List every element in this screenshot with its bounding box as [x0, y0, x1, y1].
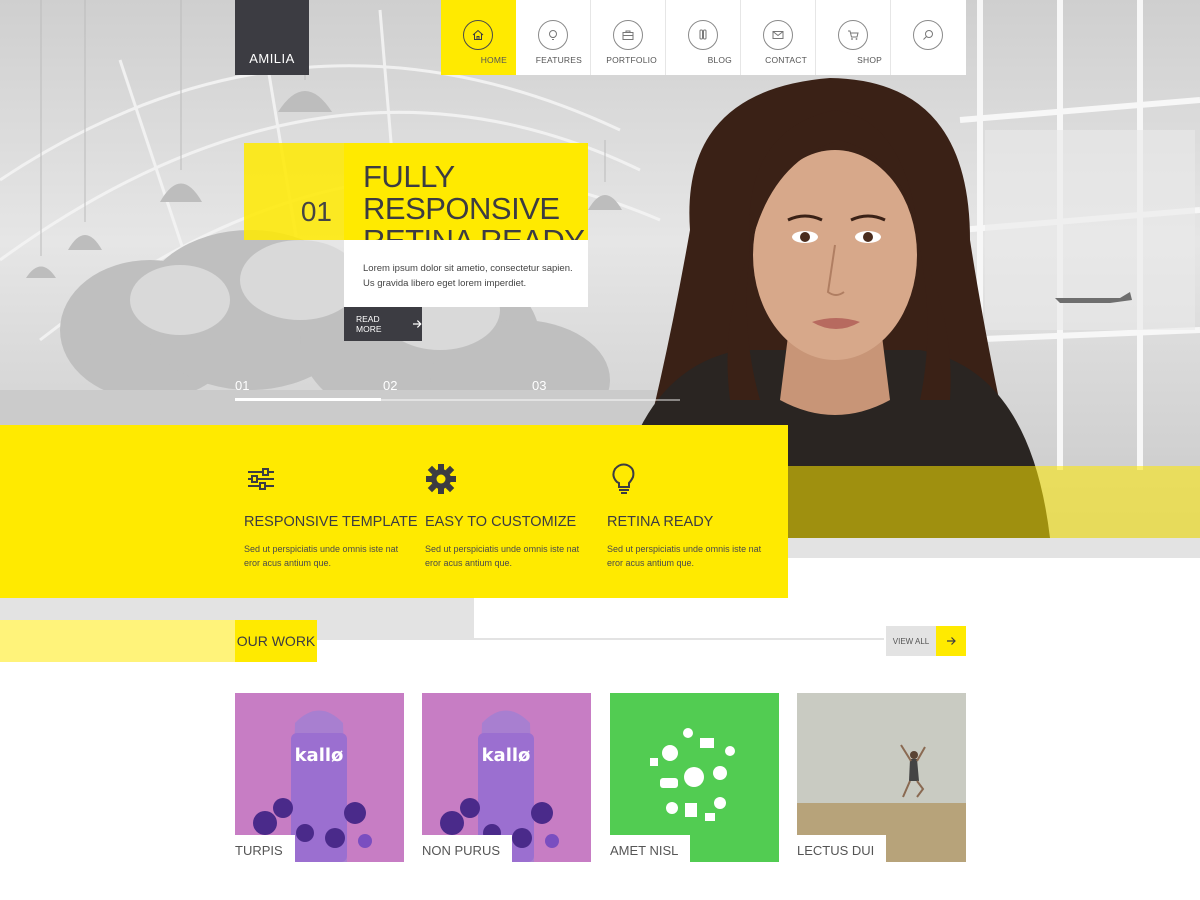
- slide-text-line1: Lorem ipsum dolor sit ametio, consectetu…: [363, 263, 573, 274]
- nav-label-contact: CONTACT: [765, 55, 807, 65]
- arrow-right-icon: [413, 320, 422, 328]
- slider-indicators: 01 02 03: [235, 378, 680, 403]
- portfolio-item[interactable]: AMET NISL: [610, 693, 779, 862]
- feature-title: RETINA READY: [607, 514, 714, 530]
- nav-label-home: HOME: [480, 55, 507, 65]
- nav-label-shop: SHOP: [857, 55, 882, 65]
- feature-title: RESPONSIVE TEMPLATE: [244, 514, 418, 530]
- portfolio-item[interactable]: kallø NON PURUS: [422, 693, 591, 862]
- nav-label-features: FEATURES: [535, 55, 582, 65]
- hero-grey-strip: [788, 538, 1200, 558]
- nav-item-home[interactable]: HOME: [441, 0, 516, 75]
- main-nav: HOME FEATURES PORTFOLIO BLOG CONTACT SHO…: [441, 0, 966, 75]
- briefcase-icon: [613, 20, 643, 50]
- slider-indicator-3[interactable]: 03: [532, 378, 546, 393]
- svg-text:kallø: kallø: [295, 745, 344, 766]
- slider-indicator-2[interactable]: 02: [383, 378, 397, 393]
- portfolio-item[interactable]: kallø TURPIS: [235, 693, 404, 862]
- view-all-arrow-button[interactable]: [936, 626, 966, 656]
- nav-item-features[interactable]: FEATURES: [516, 0, 591, 75]
- pencils-icon: [688, 20, 718, 50]
- features-panel: RESPONSIVE TEMPLATE Sed ut perspiciatis …: [0, 425, 788, 598]
- nav-item-blog[interactable]: BLOG: [666, 0, 741, 75]
- nav-label-portfolio: PORTFOLIO: [606, 55, 657, 65]
- nav-item-contact[interactable]: CONTACT: [741, 0, 816, 75]
- slider-indicator-1[interactable]: 01: [235, 378, 249, 393]
- envelope-icon: [763, 20, 793, 50]
- cart-icon: [838, 20, 868, 50]
- work-divider-line: [474, 638, 884, 640]
- feature-title: EASY TO CUSTOMIZE: [425, 514, 577, 530]
- slide-number: 01: [300, 196, 332, 227]
- sliders-icon: [248, 468, 274, 490]
- portfolio-item-title: LECTUS DUI: [797, 835, 887, 862]
- portfolio-item-title: AMET NISL: [610, 835, 691, 862]
- feature-text: Sed ut perspiciatis unde omnis iste nat …: [244, 544, 399, 568]
- slide-title-line1: FULLY RESPONSIVE: [363, 159, 560, 226]
- search-icon: [913, 20, 943, 50]
- portfolio-item[interactable]: LECTUS DUI: [797, 693, 966, 862]
- feature-text: Sed ut perspiciatis unde omnis iste nat …: [607, 544, 762, 568]
- portfolio-item-title: TURPIS: [235, 835, 295, 862]
- nav-item-portfolio[interactable]: PORTFOLIO: [591, 0, 666, 75]
- nav-item-search[interactable]: [891, 0, 966, 75]
- svg-text:kallø: kallø: [482, 745, 531, 766]
- slide-description-box: Lorem ipsum dolor sit ametio, consectetu…: [344, 240, 588, 307]
- hero-yellow-overlay: [788, 466, 1200, 538]
- lightbulb-icon: [538, 20, 568, 50]
- slide-title-box: FULLY RESPONSIVE RETINA READY: [344, 143, 588, 257]
- portfolio-item-title: NON PURUS: [422, 835, 513, 862]
- feature-text: Sed ut perspiciatis unde omnis iste nat …: [425, 544, 580, 568]
- view-all-button[interactable]: VIEW ALL: [886, 626, 936, 656]
- slider-progress-active: [235, 398, 381, 401]
- gear-icon: [426, 464, 456, 494]
- work-band-yellow: [0, 620, 235, 662]
- site-logo[interactable]: AMILIA: [235, 0, 309, 75]
- read-more-button[interactable]: READ MORE: [344, 307, 422, 341]
- nav-label-blog: BLOG: [707, 55, 732, 65]
- nav-item-shop[interactable]: SHOP: [816, 0, 891, 75]
- lightbulb-icon: [612, 463, 635, 494]
- arrow-right-icon: [947, 637, 956, 645]
- our-work-heading: OUR WORK: [235, 620, 317, 662]
- read-more-label: READ MORE: [356, 314, 382, 334]
- slide-number-box: 01: [244, 143, 344, 240]
- logo-text: AMILIA: [249, 51, 295, 66]
- slide-text-line2: Us gravida libero eget lorem imperdiet.: [363, 278, 527, 289]
- home-icon: [463, 20, 493, 50]
